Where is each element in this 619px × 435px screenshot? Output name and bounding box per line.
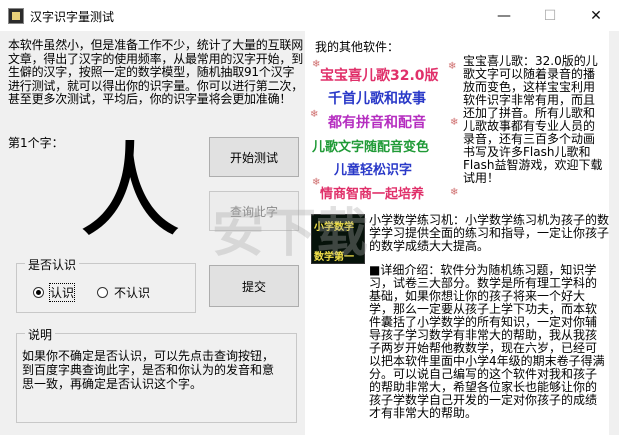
snowflake-icon: ❄ [450, 117, 459, 128]
note-group-title: 说明 [25, 326, 56, 343]
other-software-panel: 我的其他软件： ❄ ❄ ❄ ❄ ❄ ❄ 宝宝喜儿歌32.0版 千首儿歌和故事 都… [305, 31, 609, 435]
lookup-char-button[interactable]: 查询此字 [209, 191, 299, 231]
snowflake-icon: ❄ [450, 187, 459, 198]
submit-button[interactable]: 提交 [209, 265, 299, 307]
title-bar: 汉字识字量测试 — ☐ ✕ [0, 0, 619, 31]
start-test-button[interactable]: 开始测试 [209, 137, 299, 177]
char-index-label: 第1个字： [8, 136, 64, 150]
recognize-group-title: 是否认识 [25, 256, 80, 273]
promo-line-5: 儿童轻松识字 [334, 163, 413, 178]
radio-checked-icon [33, 287, 44, 298]
radio-unchecked-icon [97, 287, 108, 298]
maximize-button[interactable]: ☐ [527, 0, 573, 31]
math-app-description: 小学数学练习机：小学数学练习机为孩子的数学学习提供全面的练习和指导，一定让你孩子… [369, 213, 610, 253]
test-character: 人 [78, 130, 183, 252]
promo-line-4: 儿歌文字随配音变色 [312, 140, 430, 155]
note-text: 如果你不确定是否认识，可以先点击查询按钮，到百度字典查询此字，是否和你认为的发音… [22, 349, 275, 391]
promo-line-3: 都有拼音和配音 [328, 115, 426, 131]
other-software-label: 我的其他软件： [315, 40, 400, 54]
promo-description: 宝宝喜儿歌：32.0版的儿歌文字可以随着录音的播放而变色，这样宝宝利用软件识字非… [463, 54, 603, 185]
snowflake-icon: ❄ [448, 61, 457, 72]
promo-line-2: 千首儿歌和故事 [328, 91, 426, 107]
radio-not-recognize-label: 不认识 [114, 286, 151, 300]
thumbnail-text-1: 小学数学 [314, 222, 354, 233]
snowflake-icon: ❄ [310, 109, 319, 120]
window-title: 汉字识字量测试 [30, 10, 115, 24]
promo-line-6: 情商智商一起培养 [320, 187, 425, 202]
promo-line-1: 宝宝喜儿歌32.0版 [320, 68, 439, 84]
close-button[interactable]: ✕ [573, 0, 619, 31]
radio-recognize-label: 认识 [48, 283, 76, 302]
promo-banner[interactable]: ❄ ❄ ❄ ❄ ❄ ❄ 宝宝喜儿歌32.0版 千首儿歌和故事 都有拼音和配音 儿… [310, 57, 458, 222]
thumbnail-text-2: 数学第一 [314, 252, 354, 263]
radio-recognize[interactable]: 认识 [33, 283, 76, 302]
math-app-detail: ■详细介绍：软件分为随机练习题，知识学习，试卷三大部分。数学是所有理工学科的基础… [369, 263, 605, 420]
intro-text: 本软件虽然小，但是准备工作不少，统计了大量的互联网文章，得出了汉字的使用频率，从… [8, 38, 304, 106]
minimize-button[interactable]: — [481, 0, 527, 31]
radio-not-recognize[interactable]: 不认识 [97, 284, 150, 301]
recognize-groupbox: 是否认识 认识 不认识 [16, 256, 196, 313]
main-content: 本软件虽然小，但是准备工作不少，统计了大量的互联网文章，得出了汉字的使用频率，从… [0, 31, 619, 435]
math-app-thumbnail[interactable]: 小学数学 数学第一 [311, 214, 365, 264]
app-icon [8, 8, 24, 24]
